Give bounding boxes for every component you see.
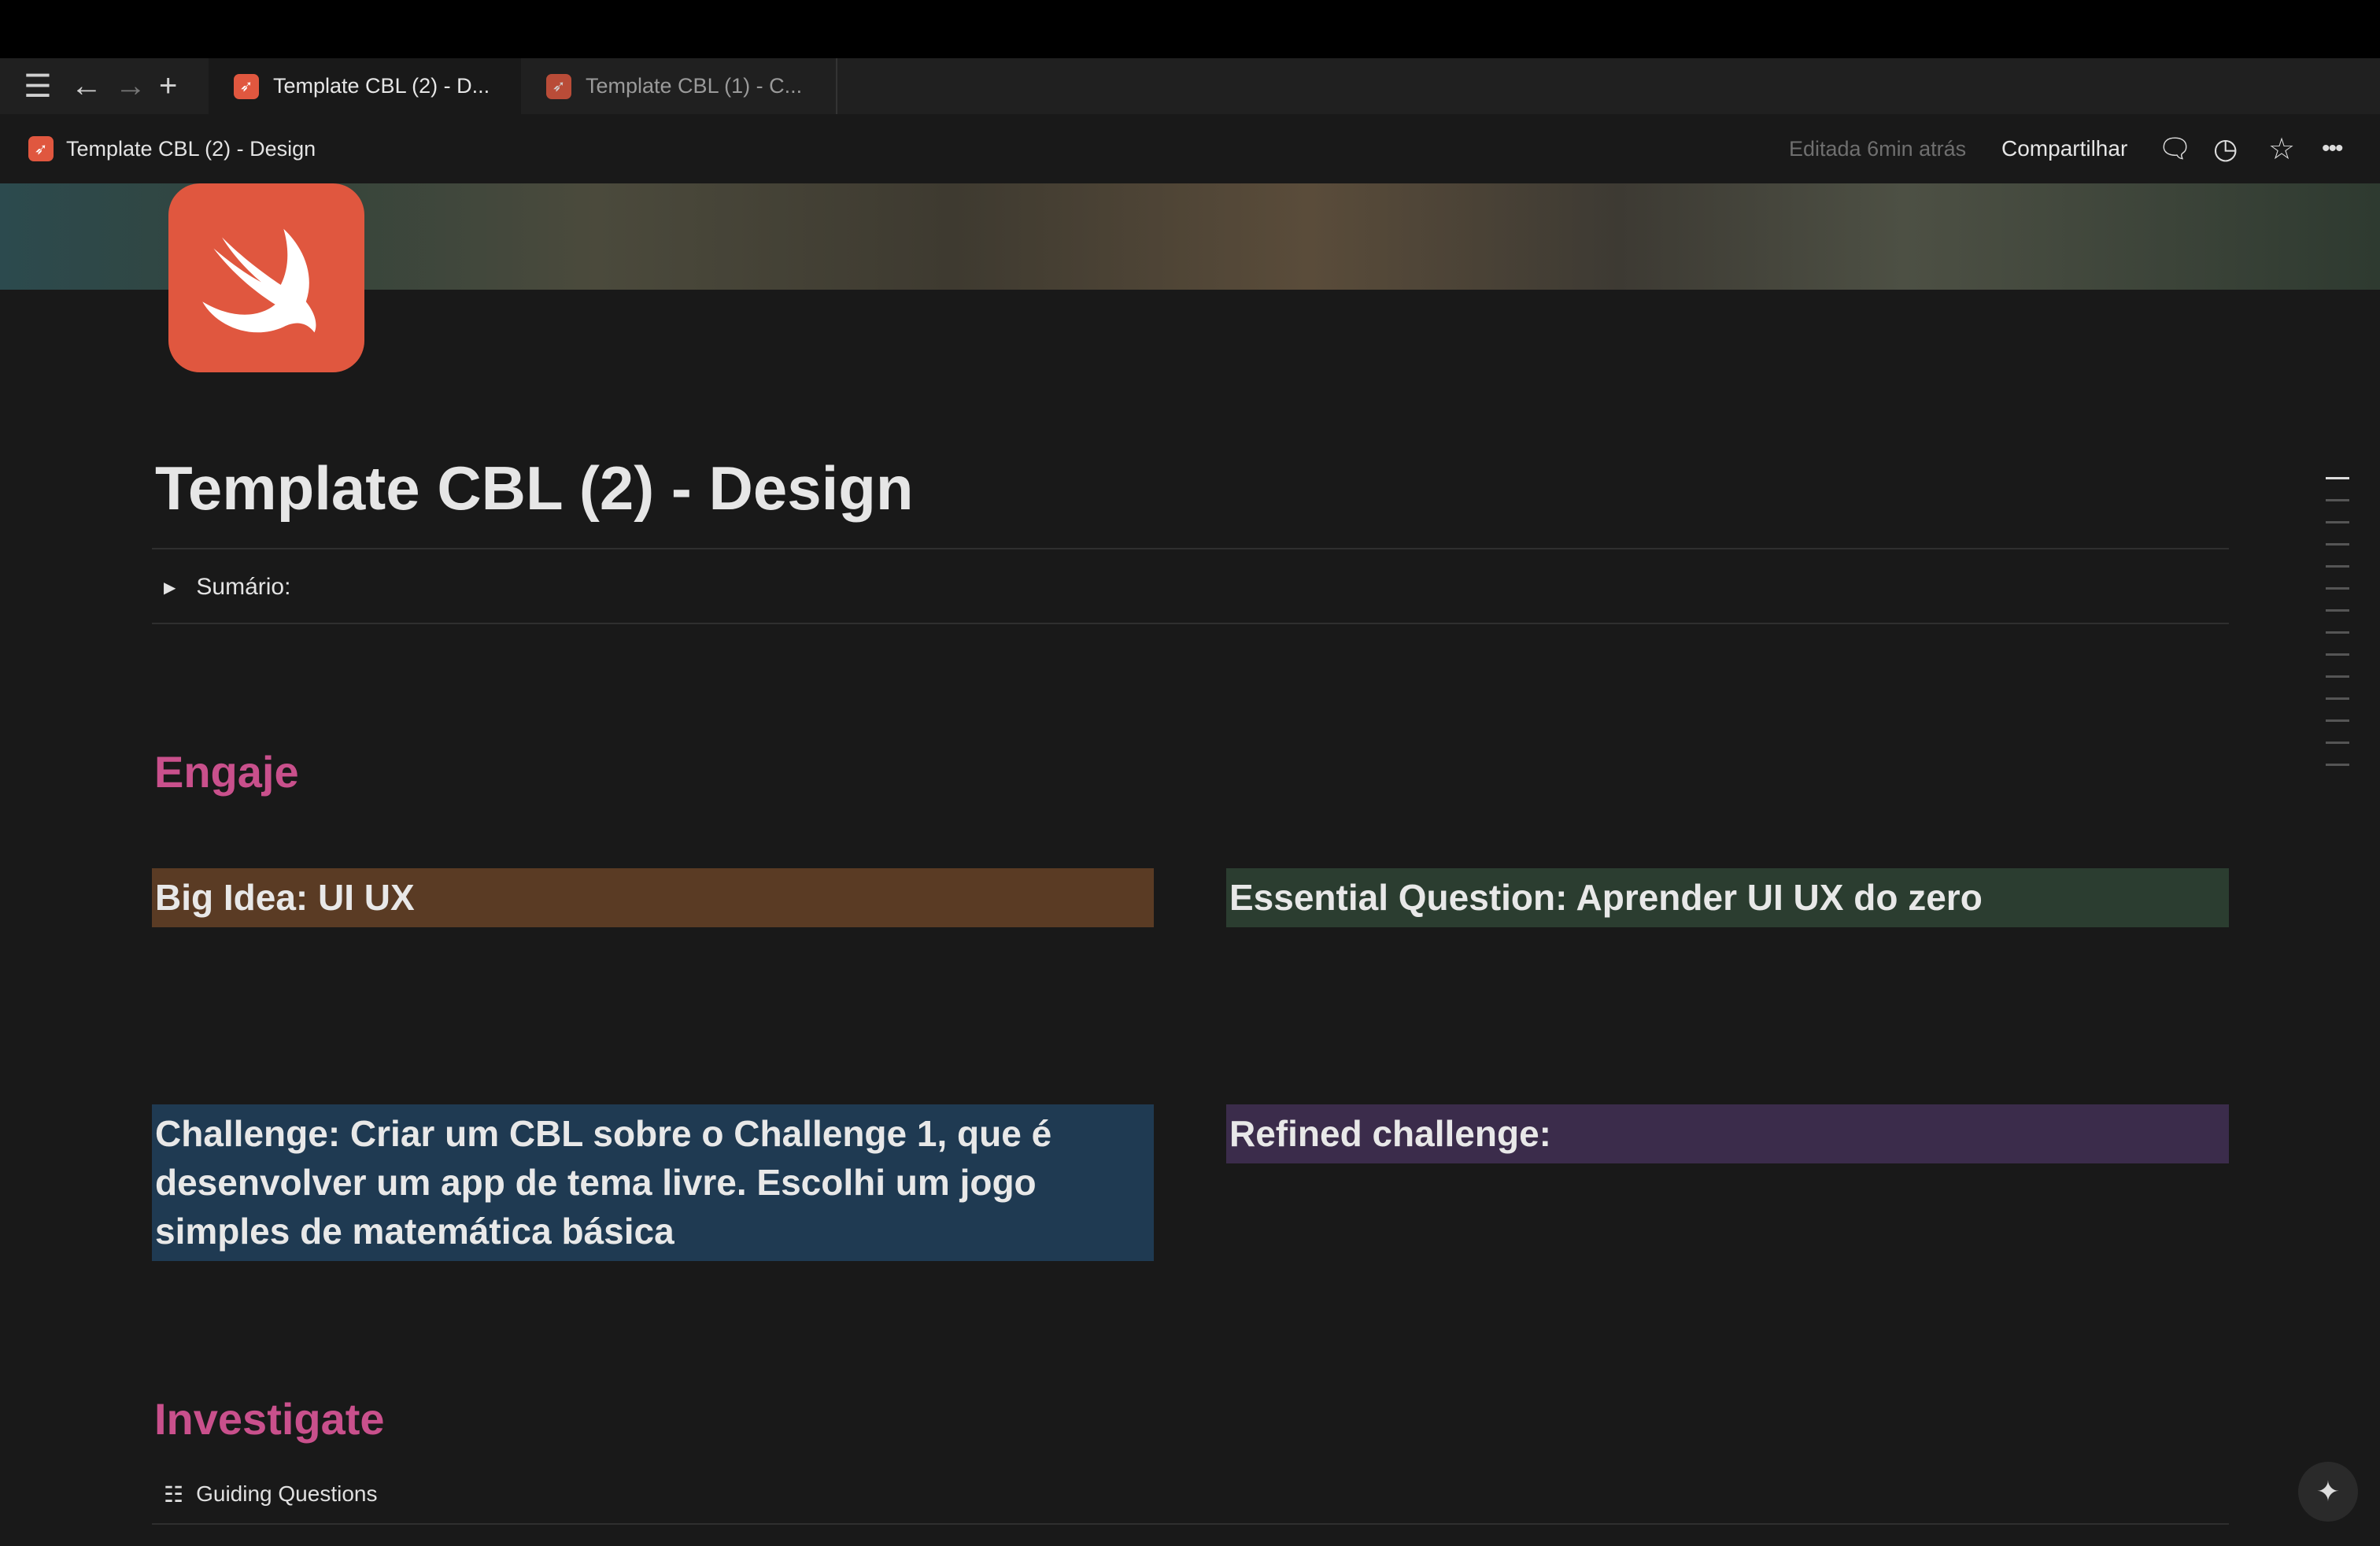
swift-logo-icon xyxy=(201,228,316,333)
divider xyxy=(152,1523,2229,1525)
swift-icon: ➶ xyxy=(28,136,54,161)
essential-question-block[interactable]: Essential Question: Aprender UI UX do ze… xyxy=(1226,868,2229,927)
breadcrumb-title: Template CBL (2) - Design xyxy=(66,136,316,161)
big-idea-block[interactable]: Big Idea: UI UX xyxy=(152,868,1154,927)
forward-arrow-icon[interactable]: → xyxy=(115,58,146,114)
toc-line[interactable] xyxy=(2326,543,2349,546)
swift-icon: ➶ xyxy=(546,73,571,99)
toc-line[interactable] xyxy=(2326,477,2349,479)
ai-sparkle-button[interactable]: ✦ xyxy=(2298,1462,2358,1522)
toc-line[interactable] xyxy=(2326,719,2349,722)
sidebar-menu-icon[interactable]: ☰ xyxy=(24,58,52,114)
toc-line[interactable] xyxy=(2326,609,2349,612)
favorite-star-icon[interactable]: ☆ xyxy=(2268,114,2295,183)
page-icon-swift[interactable] xyxy=(168,183,364,372)
toc-line[interactable] xyxy=(2326,742,2349,744)
guiding-questions-view[interactable]: ☷ Guiding Questions xyxy=(164,1477,377,1511)
toc-line[interactable] xyxy=(2326,587,2349,590)
edited-timestamp: Editada 6min atrás xyxy=(1789,136,1967,161)
divider xyxy=(152,548,2229,549)
tab-template-cbl-2[interactable]: ➶ Template CBL (2) - D... xyxy=(209,58,521,114)
breadcrumb[interactable]: ➶ Template CBL (2) - Design xyxy=(28,114,316,183)
tab-label: Template CBL (1) - C... xyxy=(586,74,803,98)
comments-icon[interactable]: 🗨 xyxy=(2158,114,2192,183)
toggle-triangle-icon[interactable]: ▶ xyxy=(164,578,176,597)
summary-toggle[interactable]: ▶ Sumário: xyxy=(164,570,290,605)
toc-line[interactable] xyxy=(2326,697,2349,700)
toggle-label: Sumário: xyxy=(196,574,291,600)
divider xyxy=(152,623,2229,624)
heading-engaje[interactable]: Engaje xyxy=(154,746,299,797)
sparkle-icon: ✦ xyxy=(2315,1475,2341,1507)
tab-template-cbl-1[interactable]: ➶ Template CBL (1) - C... xyxy=(521,58,837,114)
toc-line[interactable] xyxy=(2326,764,2349,766)
new-tab-plus-icon[interactable]: + xyxy=(159,58,177,114)
back-arrow-icon[interactable]: ← xyxy=(71,58,102,114)
swift-icon: ➶ xyxy=(234,73,259,99)
list-icon: ☷ xyxy=(164,1481,184,1507)
tab-bar: ☰ ← → + ➶ Template CBL (2) - D... ➶ Temp… xyxy=(0,58,2380,114)
database-title: Guiding Questions xyxy=(196,1481,378,1506)
refined-challenge-block[interactable]: Refined challenge: xyxy=(1226,1104,2229,1163)
toc-line[interactable] xyxy=(2326,499,2349,501)
share-button[interactable]: Compartilhar xyxy=(2001,114,2127,183)
challenge-block[interactable]: Challenge: Criar um CBL sobre o Challeng… xyxy=(152,1104,1154,1261)
window-top-bar xyxy=(0,0,2380,58)
page-title[interactable]: Template CBL (2) - Design xyxy=(155,453,914,524)
toc-line[interactable] xyxy=(2326,675,2349,678)
more-options-icon[interactable]: ••• xyxy=(2322,114,2343,183)
toc-line[interactable] xyxy=(2326,565,2349,568)
toc-line[interactable] xyxy=(2326,631,2349,634)
toc-line[interactable] xyxy=(2326,653,2349,656)
tab-label: Template CBL (2) - D... xyxy=(273,74,490,98)
toc-line[interactable] xyxy=(2326,521,2349,523)
heading-investigate[interactable]: Investigate xyxy=(154,1393,385,1444)
history-clock-icon[interactable]: ◷ xyxy=(2213,114,2238,183)
